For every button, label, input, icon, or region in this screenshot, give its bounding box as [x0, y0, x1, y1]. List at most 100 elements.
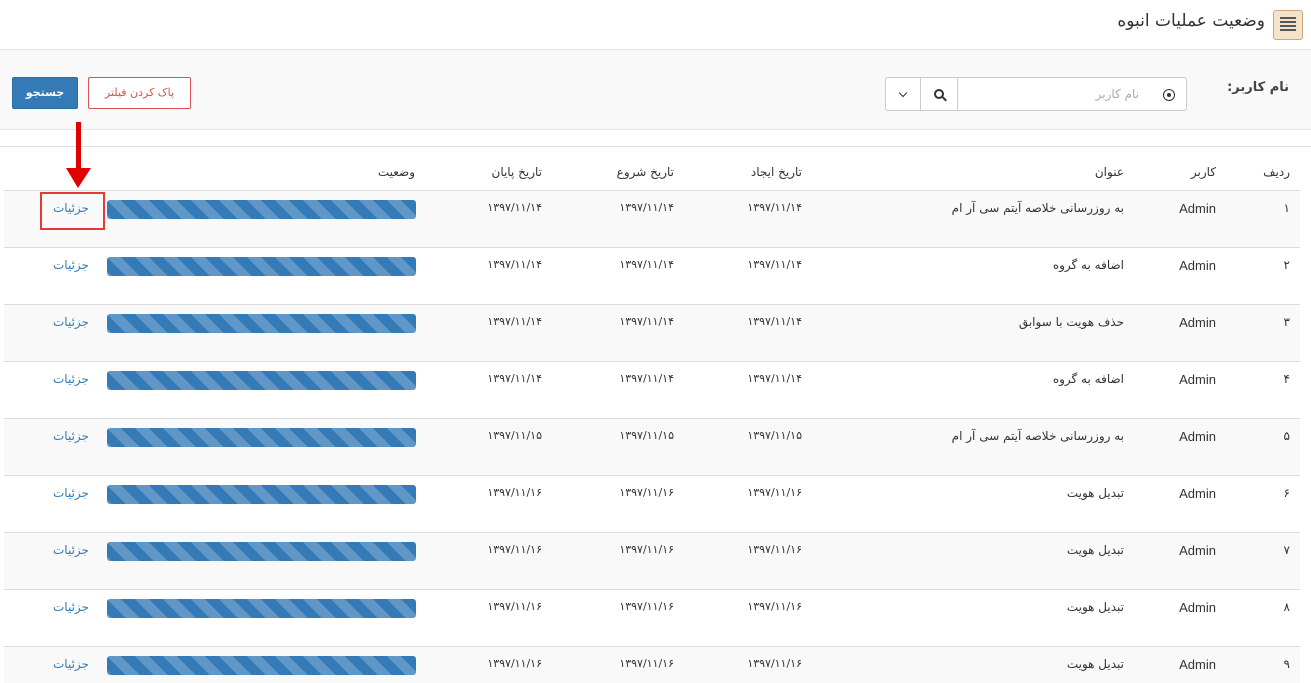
bulk-operations-table: ردیف کاربر عنوان تاریخ ایجاد تاریخ شروع …	[4, 147, 1300, 683]
row-index: ۹	[1283, 657, 1290, 671]
row-index: ۴	[1283, 372, 1290, 386]
details-link[interactable]: جزئیات	[53, 600, 89, 614]
row-end-date: ۱۳۹۷/۱۱/۱۴	[487, 201, 542, 214]
row-index: ۸	[1283, 600, 1290, 614]
chevron-down-icon	[898, 88, 908, 98]
row-title: حذف هویت با سوابق	[1018, 315, 1124, 329]
row-title: تبدیل هویت	[1066, 657, 1124, 671]
row-user: Admin	[1179, 657, 1216, 672]
user-name-input[interactable]	[957, 77, 1151, 111]
table-row: ۵ Admin به روزرسانی خلاصه آیتم سی آر ام ۱۳۹…	[4, 419, 1300, 476]
row-index: ۵	[1283, 429, 1290, 443]
table-row: ۴ Admin اضافه به گروه ۱۳۹۷/۱۱/۱۴ ۱۳۹۷/۱۱/۱۴ ۱…	[4, 362, 1300, 419]
row-created-date: ۱۳۹۷/۱۱/۱۴	[747, 201, 802, 214]
column-header-user: کاربر	[1190, 165, 1216, 179]
table-row: ۸ Admin تبدیل هویت ۱۳۹۷/۱۱/۱۶ ۱۳۹۷/۱۱/۱۶ ۱۳۹۷…	[4, 590, 1300, 647]
row-title: به روزرسانی خلاصه آیتم سی آر ام	[951, 201, 1124, 215]
row-title: تبدیل هویت	[1066, 486, 1124, 500]
row-end-date: ۱۳۹۷/۱۱/۱۴	[487, 372, 542, 385]
list-document-icon	[1273, 10, 1303, 40]
row-title: اضافه به گروه	[1052, 258, 1124, 272]
clear-filter-button[interactable]: پاک کردن فیلتر	[88, 77, 191, 109]
status-progress-bar	[107, 200, 416, 219]
user-filter-label: نام کاربر:	[1227, 80, 1289, 95]
status-progress-bar	[107, 257, 416, 276]
row-start-date: ۱۳۹۷/۱۱/۱۴	[619, 315, 674, 328]
filter-bar: نام کاربر: پاک کردن فیلتر جستجو	[0, 50, 1311, 130]
annotation-highlight-box	[40, 192, 105, 230]
row-end-date: ۱۳۹۷/۱۱/۱۵	[487, 429, 542, 442]
column-header-created: تاریخ ایجاد	[750, 165, 802, 179]
row-end-date: ۱۳۹۷/۱۱/۱۶	[487, 486, 542, 499]
page-header: وضعیت عملیات انبوه	[0, 0, 1311, 50]
status-progress-bar	[107, 314, 416, 333]
page-title: وضعیت عملیات انبوه	[1117, 11, 1265, 31]
row-created-date: ۱۳۹۷/۱۱/۱۶	[747, 543, 802, 556]
table-row: ۱ Admin به روزرسانی خلاصه آیتم سی آر ام ۱۳۹…	[4, 191, 1300, 248]
column-header-status: وضعیت	[377, 165, 415, 179]
row-start-date: ۱۳۹۷/۱۱/۱۶	[619, 600, 674, 613]
details-link[interactable]: جزئیات	[53, 372, 89, 386]
row-user: Admin	[1179, 315, 1216, 330]
search-button[interactable]: جستجو	[12, 77, 78, 109]
row-created-date: ۱۳۹۷/۱۱/۱۴	[747, 258, 802, 271]
details-link[interactable]: جزئیات	[53, 486, 89, 500]
status-progress-bar	[107, 371, 416, 390]
details-link[interactable]: جزئیات	[53, 543, 89, 557]
row-created-date: ۱۳۹۷/۱۱/۱۴	[747, 372, 802, 385]
row-created-date: ۱۳۹۷/۱۱/۱۴	[747, 315, 802, 328]
table-header: ردیف کاربر عنوان تاریخ ایجاد تاریخ شروع …	[4, 147, 1300, 191]
row-title: تبدیل هویت	[1066, 600, 1124, 614]
row-created-date: ۱۳۹۷/۱۱/۱۶	[747, 486, 802, 499]
table-row: ۲ Admin اضافه به گروه ۱۳۹۷/۱۱/۱۴ ۱۳۹۷/۱۱/۱۴ ۱…	[4, 248, 1300, 305]
details-link[interactable]: جزئیات	[53, 429, 89, 443]
row-start-date: ۱۳۹۷/۱۱/۱۶	[619, 657, 674, 670]
row-title: تبدیل هویت	[1066, 543, 1124, 557]
row-index: ۶	[1283, 486, 1290, 500]
row-index: ۳	[1283, 315, 1290, 329]
row-user: Admin	[1179, 372, 1216, 387]
status-progress-bar	[107, 428, 416, 447]
row-index: ۲	[1283, 258, 1290, 272]
status-progress-bar	[107, 542, 416, 561]
row-start-date: ۱۳۹۷/۱۱/۱۴	[619, 201, 674, 214]
row-start-date: ۱۳۹۷/۱۱/۱۵	[619, 429, 674, 442]
table-row: ۳ Admin حذف هویت با سوابق ۱۳۹۷/۱۱/۱۴ ۱۳۹۷/۱۱…	[4, 305, 1300, 362]
row-title: اضافه به گروه	[1052, 372, 1124, 386]
row-start-date: ۱۳۹۷/۱۱/۱۶	[619, 486, 674, 499]
row-created-date: ۱۳۹۷/۱۱/۱۶	[747, 600, 802, 613]
annotation-arrow	[76, 122, 81, 172]
table-body: ۱ Admin به روزرسانی خلاصه آیتم سی آر ام ۱۳۹…	[4, 191, 1300, 683]
row-index: ۱	[1283, 201, 1290, 215]
row-user: Admin	[1179, 258, 1216, 273]
details-link[interactable]: جزئیات	[53, 657, 89, 671]
row-created-date: ۱۳۹۷/۱۱/۱۶	[747, 657, 802, 670]
user-select-mode-button[interactable]	[1150, 77, 1187, 111]
row-end-date: ۱۳۹۷/۱۱/۱۶	[487, 543, 542, 556]
row-user: Admin	[1179, 429, 1216, 444]
row-title: به روزرسانی خلاصه آیتم سی آر ام	[951, 429, 1124, 443]
row-start-date: ۱۳۹۷/۱۱/۱۴	[619, 372, 674, 385]
row-user: Admin	[1179, 600, 1216, 615]
column-header-title: عنوان	[1094, 165, 1124, 179]
row-start-date: ۱۳۹۷/۱۱/۱۶	[619, 543, 674, 556]
row-end-date: ۱۳۹۷/۱۱/۱۴	[487, 315, 542, 328]
user-dropdown-button[interactable]	[885, 77, 921, 111]
table-row: ۶ Admin تبدیل هویت ۱۳۹۷/۱۱/۱۶ ۱۳۹۷/۱۱/۱۶ ۱۳۹۷…	[4, 476, 1300, 533]
user-lookup-button[interactable]	[920, 77, 958, 111]
radio-target-icon	[1163, 89, 1175, 101]
details-link[interactable]: جزئیات	[53, 315, 89, 329]
table-row: ۷ Admin تبدیل هویت ۱۳۹۷/۱۱/۱۶ ۱۳۹۷/۱۱/۱۶ ۱۳۹۷…	[4, 533, 1300, 590]
annotation-arrow-head	[66, 168, 91, 188]
details-link[interactable]: جزئیات	[53, 258, 89, 272]
row-user: Admin	[1179, 486, 1216, 501]
row-user: Admin	[1179, 543, 1216, 558]
status-progress-bar	[107, 485, 416, 504]
row-end-date: ۱۳۹۷/۱۱/۱۶	[487, 657, 542, 670]
column-header-start: تاریخ شروع	[616, 165, 674, 179]
column-header-index: ردیف	[1263, 165, 1290, 179]
row-created-date: ۱۳۹۷/۱۱/۱۵	[747, 429, 802, 442]
status-progress-bar	[107, 599, 416, 618]
row-user: Admin	[1179, 201, 1216, 216]
status-progress-bar	[107, 656, 416, 675]
